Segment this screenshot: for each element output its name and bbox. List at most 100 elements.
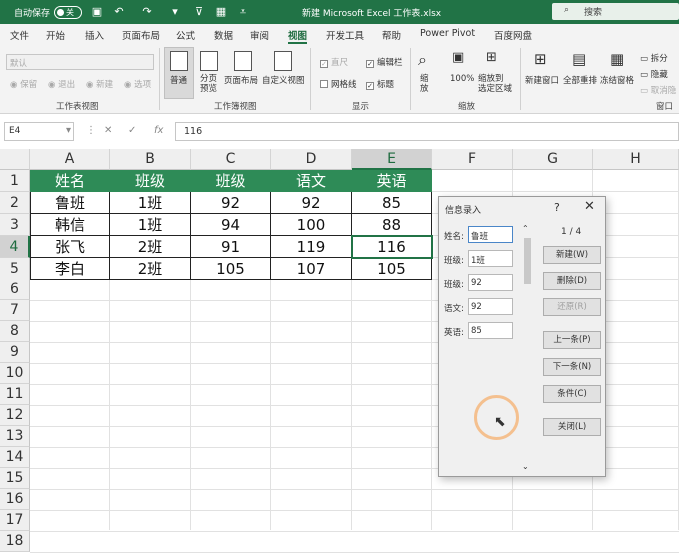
- row-header-7[interactable]: 7: [0, 300, 30, 321]
- redo-icon[interactable]: ↷: [140, 5, 154, 19]
- autosave-toggle[interactable]: 关: [54, 6, 82, 19]
- table-cell[interactable]: 2班: [110, 258, 191, 280]
- freeze-panes-button[interactable]: 冻结窗格: [600, 74, 634, 86]
- tab-0[interactable]: 文件: [10, 28, 29, 42]
- view-options-button[interactable]: ◉ 选项: [124, 78, 151, 90]
- arrange-all-button[interactable]: 全部重排: [563, 74, 597, 86]
- exit-view-button[interactable]: ◉ 退出: [48, 78, 75, 90]
- search-box[interactable]: ⌕ 搜索: [552, 3, 679, 20]
- insert-function-icon[interactable]: fx: [154, 125, 163, 136]
- row-header-12[interactable]: 12: [0, 405, 30, 426]
- row-header-11[interactable]: 11: [0, 384, 30, 405]
- help-icon[interactable]: ?: [554, 201, 560, 214]
- column-header-A[interactable]: A: [30, 149, 110, 170]
- gridlines-checkbox[interactable]: 网格线: [320, 78, 357, 90]
- dialog-button-1[interactable]: 删除(D): [543, 272, 601, 290]
- field-input[interactable]: 92: [468, 298, 513, 315]
- table-cell[interactable]: 92: [271, 192, 352, 214]
- table-cell[interactable]: 92: [191, 192, 271, 214]
- field-input[interactable]: 1班: [468, 250, 513, 267]
- tab-7[interactable]: 视图: [288, 28, 308, 44]
- column-header-C[interactable]: C: [191, 149, 271, 170]
- drag-handle-icon[interactable]: ⋮: [86, 125, 96, 136]
- enter-icon[interactable]: ✓: [128, 125, 136, 136]
- record-scrollbar[interactable]: ⌃ ⌄: [520, 224, 533, 473]
- row-header-1[interactable]: 1: [0, 170, 30, 192]
- scroll-up-icon[interactable]: ⌃: [522, 224, 529, 233]
- hide-button[interactable]: ▭ 隐藏: [640, 68, 668, 80]
- formula-input[interactable]: 116: [175, 122, 679, 141]
- table-cell[interactable]: 1班: [110, 192, 191, 214]
- field-input[interactable]: 85: [468, 322, 513, 339]
- table-header-cell[interactable]: 语文: [271, 170, 352, 192]
- filter-icon[interactable]: ⊽: [192, 5, 206, 19]
- table-cell[interactable]: 91: [191, 236, 271, 258]
- new-window-button[interactable]: 新建窗口: [525, 74, 559, 86]
- formula-bar-checkbox[interactable]: ✓ 编辑栏: [366, 56, 403, 68]
- table-cell[interactable]: 94: [191, 214, 271, 236]
- row-header-14[interactable]: 14: [0, 447, 30, 468]
- dialog-button-0[interactable]: 新建(W): [543, 246, 601, 264]
- table-cell[interactable]: 85: [352, 192, 432, 214]
- split-button[interactable]: ▭ 拆分: [640, 52, 668, 64]
- row-header-8[interactable]: 8: [0, 321, 30, 342]
- column-header-B[interactable]: B: [110, 149, 191, 170]
- row-header-10[interactable]: 10: [0, 363, 30, 384]
- zoom-button[interactable]: 缩 放: [420, 74, 429, 94]
- column-header-E[interactable]: E: [352, 149, 432, 170]
- column-header-H[interactable]: H: [593, 149, 679, 170]
- table-header-cell[interactable]: 班级: [110, 170, 191, 192]
- table-header-cell[interactable]: 英语: [352, 170, 432, 192]
- row-header-2[interactable]: 2: [0, 192, 30, 214]
- custom-view-button[interactable]: 自定义视图: [262, 74, 305, 86]
- tab-6[interactable]: 审阅: [250, 28, 269, 42]
- table-cell[interactable]: 鲁班: [30, 192, 110, 214]
- table-cell[interactable]: 107: [271, 258, 352, 280]
- selected-cell-E4[interactable]: [351, 235, 433, 259]
- sheet-view-dropdown[interactable]: 默认: [6, 54, 154, 70]
- table-header-cell[interactable]: 班级: [191, 170, 271, 192]
- zoom-selection-button[interactable]: 缩放到 选定区域: [478, 74, 512, 94]
- table-header-cell[interactable]: 姓名: [30, 170, 110, 192]
- ruler-checkbox[interactable]: ✓ 直尺: [320, 56, 348, 68]
- redo-dropdown-icon[interactable]: ▾: [168, 5, 182, 19]
- table-cell[interactable]: 119: [271, 236, 352, 258]
- row-header-4[interactable]: 4: [0, 236, 30, 258]
- dialog-button-2[interactable]: 还原(R): [543, 298, 601, 316]
- table-cell[interactable]: 105: [191, 258, 271, 280]
- table-cell[interactable]: 李白: [30, 258, 110, 280]
- row-header-5[interactable]: 5: [0, 258, 30, 280]
- tab-1[interactable]: 开始: [46, 28, 65, 42]
- column-header-G[interactable]: G: [513, 149, 593, 170]
- dialog-button-4[interactable]: 下一条(N): [543, 358, 601, 376]
- field-input[interactable]: 92: [468, 274, 513, 291]
- save-icon[interactable]: ▣: [90, 5, 104, 19]
- zoom-100-button[interactable]: 100%: [450, 74, 474, 84]
- table-cell[interactable]: 张飞: [30, 236, 110, 258]
- new-view-button[interactable]: ◉ 新建: [86, 78, 113, 90]
- keep-view-button[interactable]: ◉ 保留: [10, 78, 37, 90]
- tab-3[interactable]: 页面布局: [122, 28, 160, 42]
- cancel-icon[interactable]: ✕: [104, 125, 112, 136]
- name-box-dropdown-icon[interactable]: ▾: [66, 125, 71, 136]
- page-layout-button[interactable]: 页面布局: [224, 74, 258, 86]
- table-cell[interactable]: 1班: [110, 214, 191, 236]
- unhide-button[interactable]: ▭ 取消隐: [640, 84, 676, 96]
- sheet-icon[interactable]: ▦: [214, 5, 228, 19]
- row-header-9[interactable]: 9: [0, 342, 30, 363]
- tab-11[interactable]: 百度网盘: [494, 28, 532, 42]
- tab-9[interactable]: 帮助: [382, 28, 401, 42]
- table-cell[interactable]: 韩信: [30, 214, 110, 236]
- table-cell[interactable]: 100: [271, 214, 352, 236]
- page-break-button[interactable]: 分页 预览: [200, 74, 217, 94]
- customize-toolbar-icon[interactable]: ⩡: [236, 5, 250, 19]
- row-header-17[interactable]: 17: [0, 510, 30, 531]
- scroll-down-icon[interactable]: ⌄: [522, 462, 529, 471]
- undo-icon[interactable]: ↶: [112, 5, 126, 19]
- dialog-button-3[interactable]: 上一条(P): [543, 331, 601, 349]
- row-header-18[interactable]: 18: [0, 531, 30, 552]
- headings-checkbox[interactable]: ✓ 标题: [366, 78, 394, 90]
- name-box[interactable]: E4: [4, 122, 74, 141]
- tab-2[interactable]: 插入: [85, 28, 104, 42]
- row-header-3[interactable]: 3: [0, 214, 30, 236]
